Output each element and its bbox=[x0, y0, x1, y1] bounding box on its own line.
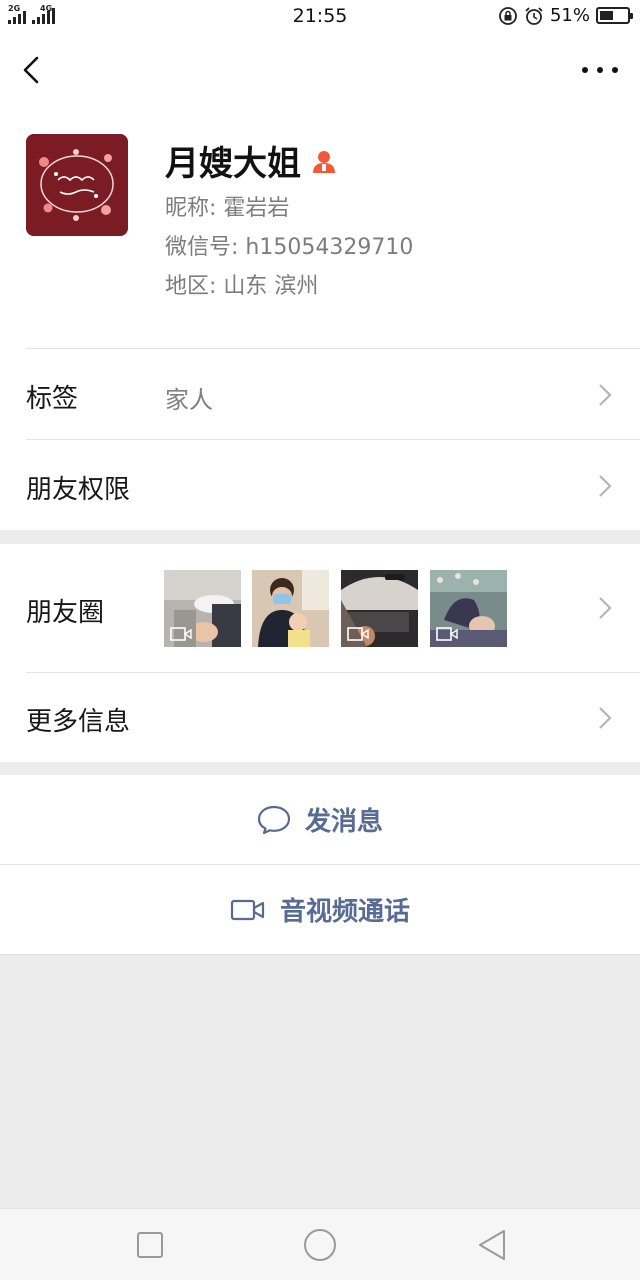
more-dots-icon bbox=[582, 67, 588, 73]
battery-level bbox=[600, 11, 613, 20]
home-circle-icon[interactable] bbox=[302, 1227, 338, 1263]
region: 地区: 山东 滨州 bbox=[165, 274, 319, 299]
permissions-row[interactable]: 朋友权限 bbox=[0, 439, 640, 530]
avatar[interactable] bbox=[26, 134, 128, 236]
remark-name-text: 月嫂大姐 bbox=[165, 144, 301, 184]
wechat-id: 微信号: h15054329710 bbox=[165, 235, 414, 260]
rotation-lock-icon bbox=[499, 6, 517, 25]
status-right: 51% bbox=[498, 5, 633, 26]
chevron-left-icon bbox=[23, 56, 39, 84]
tags-row[interactable]: 标签 家人 bbox=[0, 348, 640, 439]
chevron-right-icon bbox=[599, 475, 612, 497]
send-message-button[interactable]: 发消息 bbox=[0, 775, 640, 864]
more-info-label: 更多信息 bbox=[26, 707, 131, 737]
video-camera-icon bbox=[230, 899, 265, 920]
video-indicator-icon bbox=[347, 627, 369, 641]
battery-percent: 51% bbox=[549, 5, 590, 26]
remark-name: 月嫂大姐 bbox=[165, 136, 337, 185]
more-button[interactable] bbox=[582, 56, 618, 84]
moments-label: 朋友圈 bbox=[26, 598, 105, 628]
status-bar: 2G 4G 21:55 51% bbox=[0, 0, 640, 34]
settings-section: 标签 家人 朋友权限 bbox=[0, 348, 640, 530]
moment-thumb-1[interactable] bbox=[164, 570, 241, 647]
chevron-right-icon bbox=[599, 597, 612, 619]
more-info-row[interactable]: 更多信息 bbox=[0, 672, 640, 762]
chevron-right-icon bbox=[599, 707, 612, 729]
profile-header: 月嫂大姐 昵称: 霍岩岩 微信号: h15054329710 地区: 山东 滨州 bbox=[0, 108, 640, 348]
tags-value: 家人 bbox=[165, 386, 213, 414]
back-triangle-icon[interactable] bbox=[474, 1227, 510, 1263]
video-call-label: 音视频通话 bbox=[279, 897, 410, 927]
recents-square-icon[interactable] bbox=[132, 1227, 168, 1263]
divider bbox=[0, 954, 640, 955]
chat-bubble-icon bbox=[257, 805, 291, 834]
moment-thumb-3[interactable] bbox=[341, 570, 418, 647]
system-nav-bar bbox=[0, 1208, 640, 1280]
moment-thumb-2[interactable] bbox=[252, 570, 329, 647]
nickname: 昵称: 霍岩岩 bbox=[165, 196, 290, 221]
video-indicator-icon bbox=[436, 627, 458, 641]
permissions-label: 朋友权限 bbox=[26, 475, 131, 505]
moments-section: 朋友圈 更多信息 bbox=[0, 544, 640, 762]
tags-label: 标签 bbox=[26, 384, 79, 414]
moment-image-2 bbox=[252, 570, 329, 647]
alarm-icon bbox=[525, 6, 543, 25]
moment-thumb-4[interactable] bbox=[430, 570, 507, 647]
send-message-label: 发消息 bbox=[304, 807, 383, 837]
video-indicator-icon bbox=[170, 627, 192, 641]
top-nav bbox=[0, 34, 640, 108]
avatar-image bbox=[26, 134, 128, 236]
video-call-button[interactable]: 音视频通话 bbox=[0, 865, 640, 954]
battery-icon bbox=[596, 7, 633, 24]
chevron-right-icon bbox=[599, 384, 612, 406]
back-button[interactable] bbox=[14, 50, 54, 90]
person-badge-icon bbox=[313, 150, 335, 173]
moments-row[interactable]: 朋友圈 bbox=[0, 544, 640, 672]
